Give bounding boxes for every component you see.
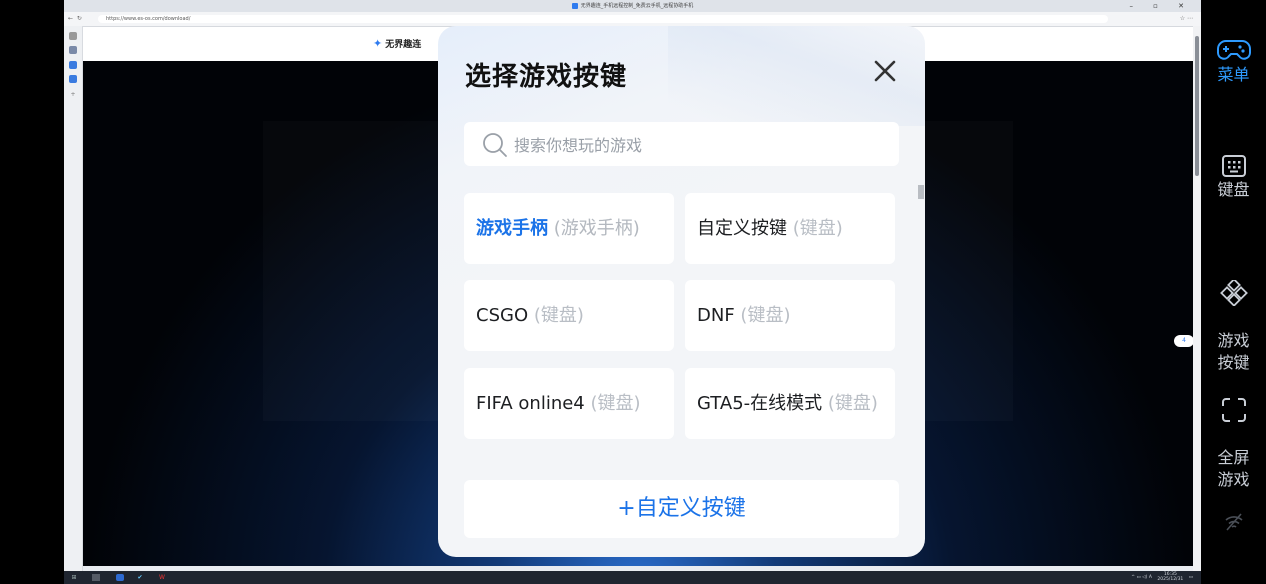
address-bar[interactable]: https://www.es-os.com/download/ bbox=[98, 15, 1108, 23]
clock-date: 2025/12/31 bbox=[1157, 576, 1184, 582]
game-name: FIFA online4 bbox=[476, 393, 585, 414]
game-type: (键盘) bbox=[792, 218, 843, 239]
keyboard-button[interactable]: 键盘 bbox=[1201, 155, 1266, 201]
game-name: CSGO bbox=[476, 305, 529, 326]
game-type: (键盘) bbox=[740, 305, 791, 326]
side-badge-count: 4 bbox=[1182, 337, 1186, 344]
start-icon[interactable]: ⊞ bbox=[70, 574, 78, 581]
address-url: https://www.es-os.com/download/ bbox=[106, 16, 191, 22]
game-name: 自定义按键 bbox=[697, 218, 787, 239]
browser-sidebar: + bbox=[64, 26, 83, 571]
gamepad-icon bbox=[1216, 40, 1251, 60]
dialog-title: 选择游戏按键 bbox=[465, 62, 628, 92]
sidebar-add-icon[interactable]: + bbox=[69, 91, 77, 99]
game-keys-label: 游戏 按键 bbox=[1217, 331, 1250, 372]
app-taskbar-icon[interactable]: ✔ bbox=[136, 574, 144, 581]
game-card-gta5-online[interactable]: GTA5-在线模式 (键盘) bbox=[685, 368, 895, 439]
browser-toolbar: ← ↻ https://www.es-os.com/download/ ☆ ⋯ bbox=[64, 12, 1201, 27]
select-game-keys-dialog: 选择游戏按键 游戏手柄 (游戏手柄) 自定义按键 (键盘) CSGO (键盘) … bbox=[438, 26, 925, 557]
browser-taskbar-icon[interactable] bbox=[116, 574, 124, 581]
browser-tab-title: 无界趣连_手机远程控制_免费云手机_远程协助手机 bbox=[580, 3, 694, 9]
keyboard-label: 键盘 bbox=[1217, 180, 1250, 199]
close-button[interactable] bbox=[870, 56, 900, 86]
game-type: (游戏手柄) bbox=[553, 218, 640, 239]
game-type: (键盘) bbox=[533, 305, 584, 326]
side-float-badge[interactable]: 4 bbox=[1174, 335, 1194, 347]
network-status-button[interactable] bbox=[1201, 512, 1266, 534]
add-custom-keys-button[interactable]: +自定义按键 bbox=[464, 480, 899, 538]
notification-icon[interactable]: ▭ bbox=[1189, 575, 1193, 580]
input-method-indicator[interactable]: A bbox=[1149, 575, 1152, 580]
game-name: GTA5-在线模式 bbox=[697, 393, 823, 414]
file-explorer-icon[interactable] bbox=[92, 574, 100, 581]
wps-taskbar-icon[interactable]: W bbox=[158, 574, 166, 581]
game-card-fifa-online4[interactable]: FIFA online4 (键盘) bbox=[464, 368, 674, 439]
keyboard-icon bbox=[1221, 155, 1246, 177]
site-logo-text: 无界趣连 bbox=[385, 40, 422, 50]
stream-toolbar: 菜单 键盘 游戏 按键 全屏 游戏 bbox=[1201, 0, 1266, 584]
search-input[interactable] bbox=[512, 122, 886, 168]
search-icon bbox=[483, 133, 507, 157]
browser-action-icons[interactable]: ☆ ⋯ bbox=[1180, 12, 1193, 26]
search-box[interactable] bbox=[464, 122, 899, 168]
site-logo-icon: ✦ bbox=[373, 37, 383, 50]
signal-off-icon bbox=[1224, 513, 1243, 531]
dpad-icon bbox=[1219, 280, 1248, 306]
game-type: (键盘) bbox=[590, 393, 641, 414]
sidebar-collapse-icon[interactable] bbox=[69, 32, 77, 40]
game-card-csgo[interactable]: CSGO (键盘) bbox=[464, 280, 674, 351]
fullscreen-label: 全屏 游戏 bbox=[1217, 448, 1250, 489]
sidebar-app-icon[interactable] bbox=[69, 75, 77, 83]
browser-title-bar: 无界趣连_手机远程控制_免费云手机_远程协助手机 – ▫ ✕ bbox=[64, 0, 1201, 12]
game-card-custom-keys[interactable]: 自定义按键 (键盘) bbox=[685, 193, 895, 264]
menu-button[interactable]: 菜单 bbox=[1201, 38, 1266, 86]
game-name: 游戏手柄 bbox=[476, 218, 548, 239]
site-logo[interactable]: ✦ 无界趣连 bbox=[373, 37, 421, 50]
fullscreen-icon bbox=[1221, 398, 1246, 422]
browser-scrollbar[interactable] bbox=[1193, 26, 1201, 571]
game-card-gamepad[interactable]: 游戏手柄 (游戏手柄) bbox=[464, 193, 674, 264]
taskbar-clock[interactable]: 16:35 2025/12/31 bbox=[1157, 572, 1183, 582]
fullscreen-button[interactable]: 全屏 游戏 bbox=[1201, 375, 1266, 491]
windows-taskbar: ⊞ ✔ W ^ ▭ ◁) A 16:35 2025/12/31 ▭ bbox=[64, 571, 1201, 584]
game-card-dnf[interactable]: DNF (键盘) bbox=[685, 280, 895, 351]
tray-icons: ^ ▭ ◁) bbox=[1131, 575, 1149, 580]
game-keys-button[interactable]: 游戏 按键 bbox=[1201, 258, 1266, 374]
sidebar-app-icon[interactable] bbox=[69, 46, 77, 54]
menu-label: 菜单 bbox=[1217, 65, 1250, 84]
close-icon bbox=[874, 60, 896, 82]
window-controls[interactable]: – ▫ ✕ bbox=[1129, 0, 1193, 12]
game-name: DNF bbox=[697, 305, 735, 326]
sidebar-app-icon[interactable] bbox=[69, 61, 77, 69]
browser-nav-icons[interactable]: ← ↻ bbox=[68, 12, 82, 26]
system-tray[interactable]: ^ ▭ ◁) A 16:35 2025/12/31 ▭ bbox=[1131, 571, 1193, 584]
game-list-scrollbar[interactable] bbox=[918, 185, 924, 199]
site-favicon-icon bbox=[571, 2, 578, 9]
browser-scrollbar-thumb[interactable] bbox=[1195, 36, 1199, 176]
game-type: (键盘) bbox=[827, 393, 878, 414]
